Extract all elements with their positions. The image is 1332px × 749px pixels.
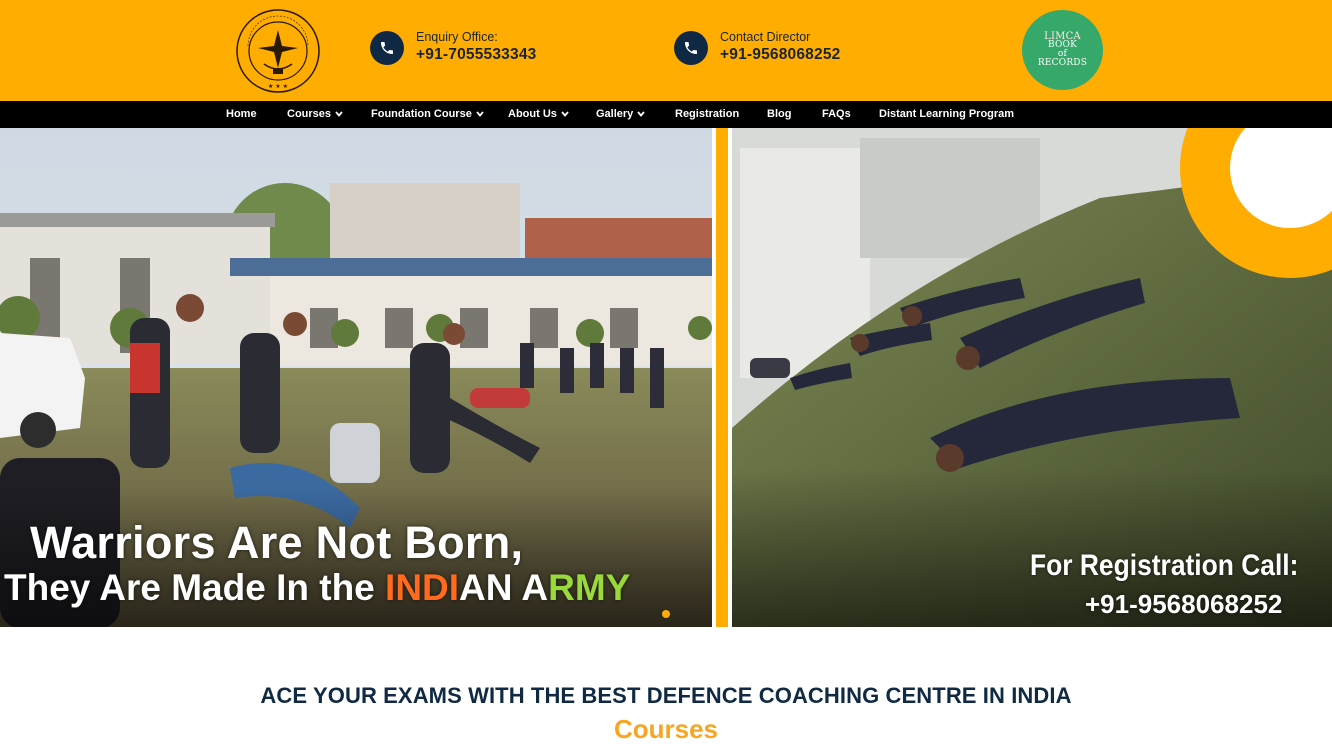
nav-item-home[interactable]: Home bbox=[226, 108, 257, 120]
nav-item-label: Blog bbox=[767, 108, 792, 120]
nav-item-registration[interactable]: Registration bbox=[675, 108, 739, 120]
hero-tagline-line2: They Are Made In the INDIAN ARMY bbox=[4, 567, 630, 609]
chevron-down-icon bbox=[637, 108, 645, 120]
nav-item-label: FAQs bbox=[822, 108, 851, 120]
nav-item-label: Distant Learning Program bbox=[879, 108, 1015, 120]
nav-item-label: Gallery bbox=[596, 108, 634, 120]
nav-item-faqs[interactable]: FAQs bbox=[822, 108, 851, 120]
nav-item-label: Foundation Course bbox=[371, 108, 472, 120]
tagline-part-saffron: INDI bbox=[385, 567, 460, 608]
director-number[interactable]: +91-9568068252 bbox=[720, 45, 840, 65]
nav-item-blog[interactable]: Blog bbox=[767, 108, 791, 120]
page-headline: ACE YOUR EXAMS WITH THE BEST DEFENCE COA… bbox=[260, 683, 1072, 708]
registration-label: For Registration Call: bbox=[1030, 549, 1299, 582]
registration-number[interactable]: +91-9568068252 bbox=[1085, 589, 1282, 620]
svg-text:★ ★ ★: ★ ★ ★ bbox=[268, 83, 288, 90]
carousel-dot[interactable] bbox=[662, 610, 670, 618]
main-nav: Home Courses Foundation Course About Us … bbox=[0, 101, 1332, 128]
limca-book-of-records-badge: LIMCA BOOK of RECORDS bbox=[1022, 10, 1103, 90]
phone-icon bbox=[370, 30, 404, 65]
enquiry-number[interactable]: +91-7055533343 bbox=[416, 45, 536, 65]
site-logo[interactable]: ★ ★ ★ bbox=[234, 8, 322, 94]
enquiry-contact[interactable]: Enquiry Office: +91-7055533343 bbox=[370, 30, 536, 65]
nav-item-label: About Us bbox=[508, 108, 557, 120]
chevron-down-icon bbox=[476, 108, 484, 120]
enquiry-label: Enquiry Office: bbox=[416, 30, 498, 44]
courses-section-title: Courses bbox=[613, 714, 719, 744]
nav-item-label: Registration bbox=[675, 108, 740, 120]
badge-line: RECORDS bbox=[1037, 58, 1088, 68]
top-header: ★ ★ ★ Enquiry Office: +91-7055533343 Con… bbox=[0, 0, 1332, 101]
phone-icon bbox=[674, 30, 708, 65]
nav-item-gallery[interactable]: Gallery bbox=[596, 108, 645, 120]
nav-item-label: Courses bbox=[287, 108, 332, 120]
director-contact[interactable]: Contact Director +91-9568068252 bbox=[674, 30, 840, 65]
nav-item-courses[interactable]: Courses bbox=[287, 108, 343, 120]
nav-item-foundation-course[interactable]: Foundation Course bbox=[371, 108, 484, 120]
nav-item-about-us[interactable]: About Us bbox=[508, 108, 569, 120]
nav-item-label: Home bbox=[226, 108, 257, 120]
chevron-down-icon bbox=[561, 108, 569, 120]
chevron-down-icon bbox=[335, 108, 343, 120]
hero-tagline-line1: Warriors Are Not Born, bbox=[30, 517, 524, 568]
director-label: Contact Director bbox=[720, 30, 811, 44]
tagline-part: They Are Made In the bbox=[4, 567, 386, 608]
tagline-part-green: RMY bbox=[548, 567, 631, 608]
academy-emblem-icon: ★ ★ ★ bbox=[236, 9, 320, 93]
nav-item-distant-learning[interactable]: Distant Learning Program bbox=[879, 108, 1014, 120]
tagline-part: AN A bbox=[459, 567, 549, 608]
